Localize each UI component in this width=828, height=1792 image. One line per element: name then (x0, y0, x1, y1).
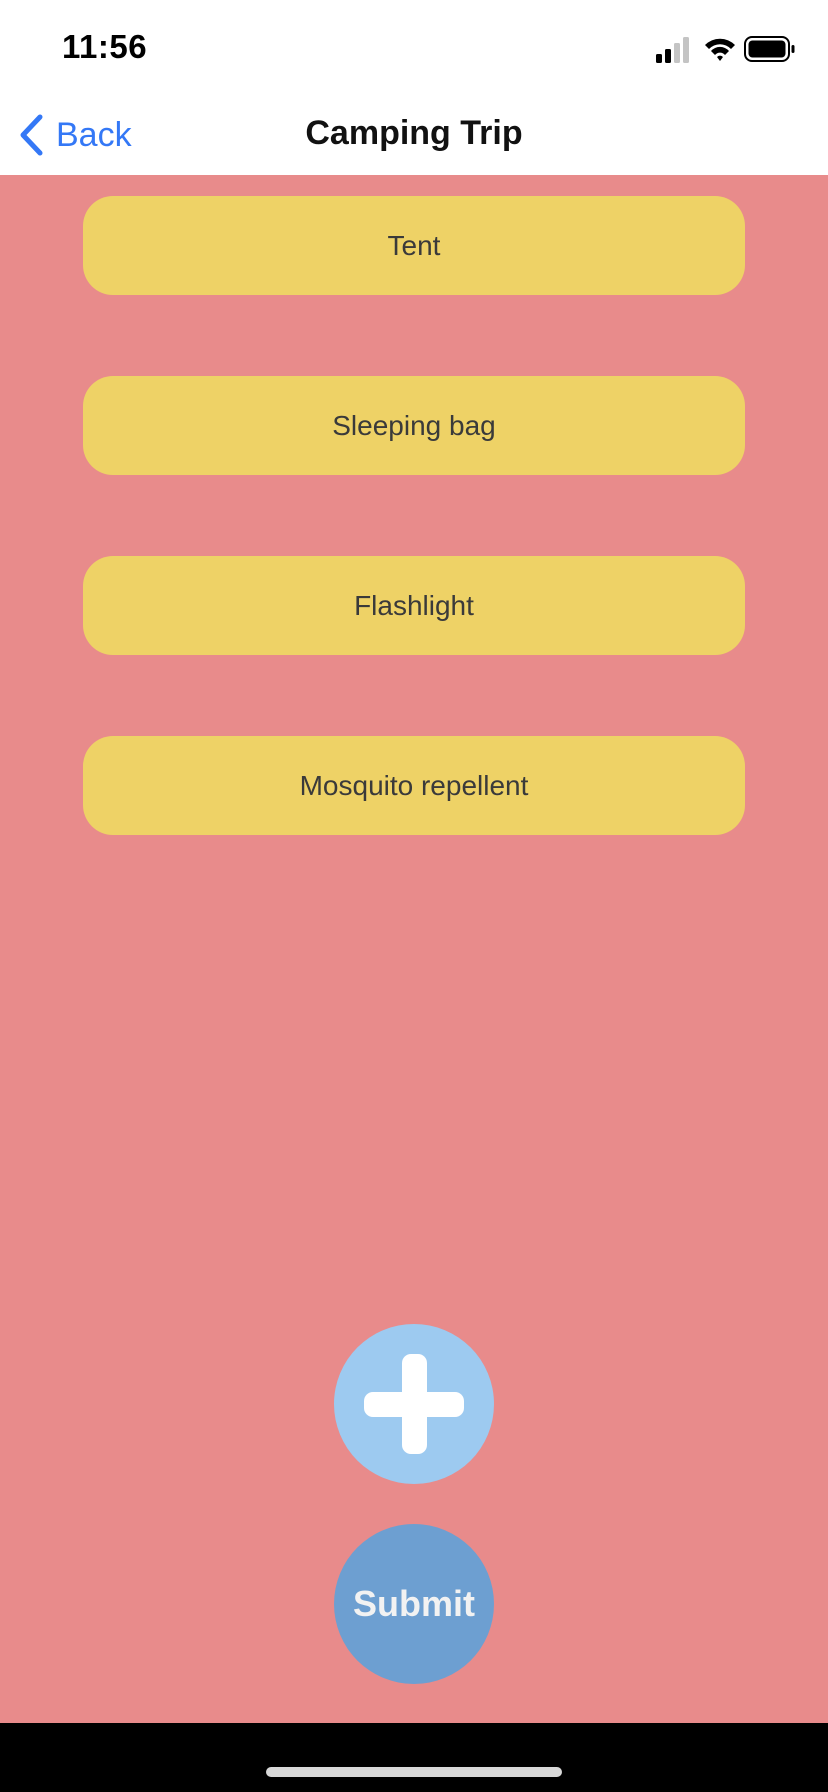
home-indicator[interactable] (266, 1767, 562, 1777)
home-indicator-area (0, 1723, 828, 1792)
status-indicators (656, 36, 795, 63)
status-bar: 11:56 (0, 0, 828, 96)
navigation-bar: Back Camping Trip (0, 96, 828, 175)
submit-button[interactable]: Submit (334, 1524, 494, 1684)
cellular-signal-icon (656, 37, 689, 63)
list-item-label: Mosquito repellent (299, 769, 529, 801)
battery-icon (744, 36, 795, 62)
status-time: 11:56 (62, 28, 148, 65)
list-item-label: Flashlight (354, 589, 474, 621)
list-item-flashlight[interactable]: Flashlight (83, 556, 745, 655)
list-item-mosquito-repellent[interactable]: Mosquito repellent (83, 736, 745, 835)
checklist-content: Tent Sleeping bag Flashlight Mosquito re… (0, 175, 828, 1723)
page-title: Camping Trip (305, 114, 523, 152)
wifi-icon (705, 38, 735, 61)
list-item-tent[interactable]: Tent (83, 196, 745, 295)
list-item-label: Tent (387, 229, 441, 261)
add-item-button[interactable] (334, 1324, 494, 1484)
status-icons (656, 34, 796, 64)
list-item-label: Sleeping bag (332, 409, 496, 441)
list-item-sleeping-bag[interactable]: Sleeping bag (83, 376, 745, 475)
